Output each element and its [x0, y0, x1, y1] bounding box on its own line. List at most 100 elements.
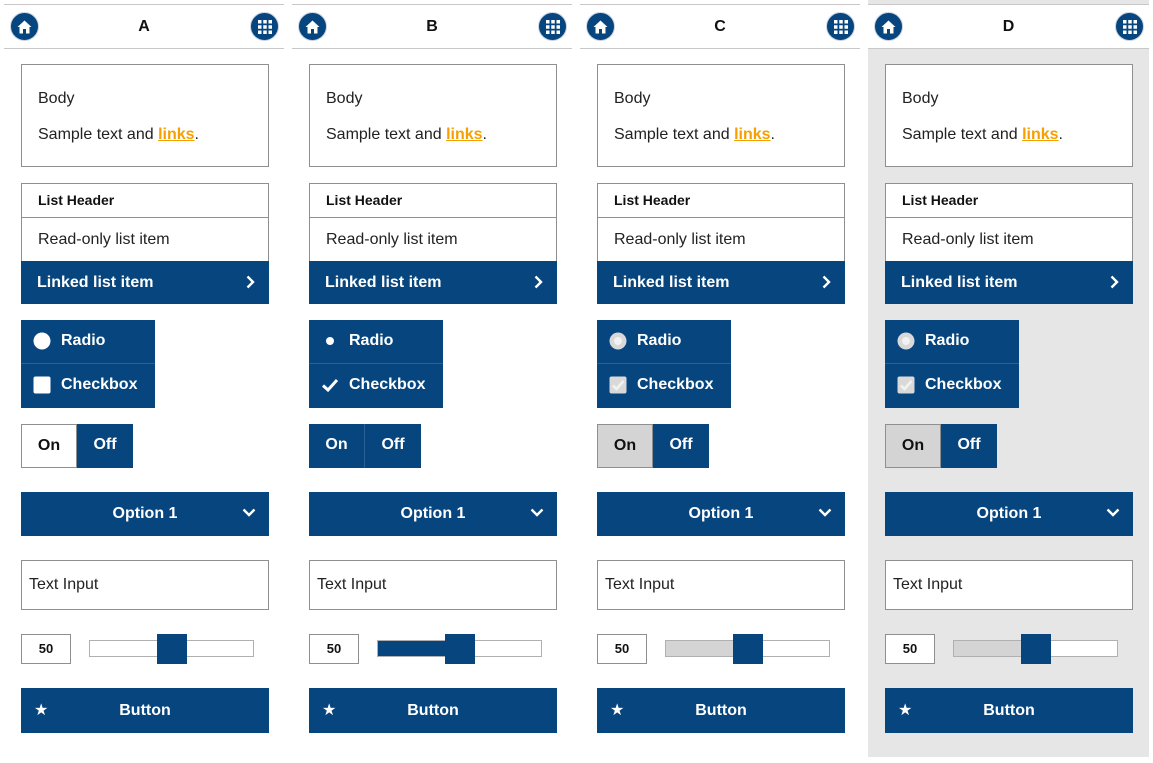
body-text-suffix: .: [770, 126, 775, 143]
top-bar: D: [868, 4, 1149, 49]
slider-thumb[interactable]: [444, 634, 475, 664]
text-input[interactable]: Text Input: [597, 560, 845, 610]
radio-label: Radio: [349, 332, 394, 349]
body-text-suffix: .: [1058, 126, 1063, 143]
toggle-on-button[interactable]: On: [885, 424, 941, 468]
body-card: Body Sample text and links.: [885, 64, 1133, 167]
toggle-on-button[interactable]: On: [597, 424, 653, 468]
linked-list-item-label: Linked list item: [37, 274, 154, 291]
theme-panel: D Body Sample text and links. List Heade…: [868, 0, 1149, 757]
slider-thumb[interactable]: [1020, 634, 1051, 664]
dropdown-value: Option 1: [400, 505, 466, 522]
linked-list-item[interactable]: Linked list item: [21, 261, 269, 304]
linked-list-item[interactable]: Linked list item: [885, 261, 1133, 304]
radio-icon: [326, 337, 334, 345]
radio-option[interactable]: Radio: [21, 320, 155, 363]
body-link[interactable]: links: [1022, 126, 1058, 143]
chevron-right-icon: [822, 275, 831, 289]
checkbox-option[interactable]: Checkbox: [885, 363, 1019, 407]
dropdown-value: Option 1: [112, 505, 178, 522]
panel-title: D: [1002, 18, 1015, 35]
home-icon: [881, 20, 896, 33]
toggle-off-button[interactable]: Off: [365, 424, 421, 468]
dropdown-value: Option 1: [688, 505, 754, 522]
primary-button[interactable]: ★ Button: [885, 688, 1133, 733]
linked-list-item[interactable]: Linked list item: [309, 261, 557, 304]
star-icon: ★: [610, 702, 625, 719]
checkbox-label: Checkbox: [637, 376, 714, 393]
option-dropdown[interactable]: Option 1: [309, 492, 557, 536]
option-dropdown[interactable]: Option 1: [885, 492, 1133, 536]
primary-button[interactable]: ★ Button: [21, 688, 269, 733]
checkbox-option[interactable]: Checkbox: [309, 363, 443, 407]
body-heading: Body: [902, 90, 939, 107]
home-button[interactable]: [298, 12, 327, 41]
checkbox-icon: [33, 376, 51, 394]
body-text-prefix: Sample text and: [614, 126, 735, 143]
linked-list-item-label: Linked list item: [613, 274, 730, 291]
on-off-toggle: On Off: [21, 424, 133, 468]
button-label: Button: [695, 702, 747, 719]
top-bar: C: [580, 4, 860, 49]
slider-thumb[interactable]: [732, 634, 763, 664]
grid-icon: [1122, 19, 1137, 34]
list-header: List Header: [310, 184, 556, 218]
text-input[interactable]: Text Input: [21, 560, 269, 610]
choice-group: Radio Checkbox: [597, 320, 731, 408]
slider-value-box[interactable]: 50: [597, 634, 647, 664]
theme-panel: C Body Sample text and links. List Heade…: [580, 0, 860, 763]
slider-thumb[interactable]: [156, 634, 187, 664]
chevron-down-icon: [530, 508, 544, 517]
body-text: Sample text and links.: [326, 126, 540, 144]
radio-option[interactable]: Radio: [885, 320, 1019, 363]
apps-button[interactable]: [538, 12, 567, 41]
slider-value-box[interactable]: 50: [309, 634, 359, 664]
checkbox-option[interactable]: Checkbox: [597, 363, 731, 407]
toggle-on-button[interactable]: On: [309, 424, 365, 468]
home-button[interactable]: [874, 12, 903, 41]
home-button[interactable]: [586, 12, 615, 41]
chevron-right-icon: [246, 275, 255, 289]
slider-value-box[interactable]: 50: [885, 634, 935, 664]
list-header: List Header: [22, 184, 268, 218]
text-input[interactable]: Text Input: [885, 560, 1133, 610]
body-text-prefix: Sample text and: [902, 126, 1023, 143]
radio-option[interactable]: Radio: [309, 320, 443, 363]
list-header: List Header: [598, 184, 844, 218]
text-input[interactable]: Text Input: [309, 560, 557, 610]
linked-list-item[interactable]: Linked list item: [597, 261, 845, 304]
apps-button[interactable]: [826, 12, 855, 41]
option-dropdown[interactable]: Option 1: [597, 492, 845, 536]
apps-button[interactable]: [1115, 12, 1144, 41]
checkbox-label: Checkbox: [925, 376, 1002, 393]
option-dropdown[interactable]: Option 1: [21, 492, 269, 536]
body-heading: Body: [614, 90, 651, 107]
body-heading: Body: [326, 90, 363, 107]
panel-title: B: [426, 18, 438, 35]
on-off-toggle: On Off: [309, 424, 421, 468]
grid-icon: [257, 19, 272, 34]
on-off-toggle: On Off: [597, 424, 709, 468]
body-link[interactable]: links: [158, 126, 194, 143]
home-icon: [593, 20, 608, 33]
top-bar: B: [292, 4, 572, 49]
top-bar: A: [4, 4, 284, 49]
body-link[interactable]: links: [446, 126, 482, 143]
toggle-off-button[interactable]: Off: [77, 424, 133, 468]
button-label: Button: [119, 702, 171, 719]
readonly-list-item: Read-only list item: [902, 231, 1034, 248]
list: List Header Read-only list item Linked l…: [597, 183, 845, 304]
primary-button[interactable]: ★ Button: [309, 688, 557, 733]
home-button[interactable]: [10, 12, 39, 41]
body-link[interactable]: links: [734, 126, 770, 143]
toggle-off-button[interactable]: Off: [941, 424, 997, 468]
toggle-off-button[interactable]: Off: [653, 424, 709, 468]
radio-option[interactable]: Radio: [597, 320, 731, 363]
checkbox-option[interactable]: Checkbox: [21, 363, 155, 407]
slider-value-box[interactable]: 50: [21, 634, 71, 664]
primary-button[interactable]: ★ Button: [597, 688, 845, 733]
home-icon: [17, 20, 32, 33]
on-off-toggle: On Off: [885, 424, 997, 468]
toggle-on-button[interactable]: On: [21, 424, 77, 468]
apps-button[interactable]: [250, 12, 279, 41]
